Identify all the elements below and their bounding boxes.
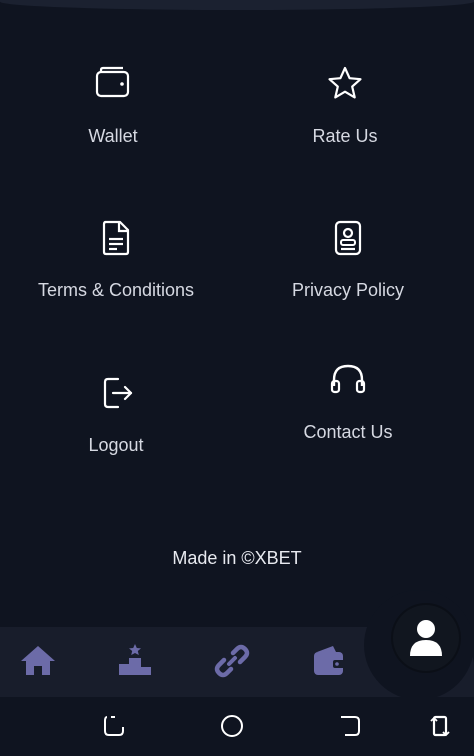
star-icon bbox=[328, 66, 362, 99]
menu-rate-us[interactable]: Rate Us bbox=[245, 64, 445, 147]
made-in-note: Made in ©XBET bbox=[172, 548, 302, 568]
rotate-screen-icon[interactable] bbox=[427, 713, 453, 739]
menu-logout[interactable]: Logout bbox=[16, 373, 216, 456]
home-icon[interactable] bbox=[18, 641, 58, 681]
top-edge bbox=[0, 0, 474, 10]
link-icon[interactable] bbox=[212, 641, 252, 681]
menu-logout-label: Logout bbox=[88, 435, 144, 455]
menu-privacy[interactable]: Privacy Policy bbox=[248, 218, 448, 301]
profile-button[interactable] bbox=[393, 605, 459, 671]
menu-terms[interactable]: Terms & Conditions bbox=[16, 218, 216, 301]
document-icon bbox=[102, 220, 130, 256]
leaderboard-icon[interactable] bbox=[115, 641, 155, 681]
system-nav-bar bbox=[0, 697, 474, 756]
menu-rate-us-label: Rate Us bbox=[312, 126, 378, 146]
menu-privacy-label: Privacy Policy bbox=[291, 280, 405, 300]
back-icon[interactable] bbox=[337, 713, 363, 739]
logout-icon bbox=[103, 377, 133, 409]
menu-contact-label: Contact Us bbox=[303, 422, 393, 442]
menu-wallet[interactable]: Wallet bbox=[13, 64, 213, 147]
headset-icon bbox=[330, 364, 366, 394]
user-icon bbox=[410, 620, 442, 656]
menu-terms-label: Terms & Conditions bbox=[37, 280, 195, 300]
wallet-icon bbox=[95, 66, 130, 98]
privacy-document-icon bbox=[334, 220, 362, 256]
menu-wallet-label: Wallet bbox=[88, 126, 138, 146]
rotate-left-icon[interactable] bbox=[101, 713, 127, 739]
wallet-nav-icon[interactable] bbox=[309, 641, 349, 681]
home-circle-icon[interactable] bbox=[219, 713, 245, 739]
menu-contact[interactable]: Contact Us bbox=[248, 360, 448, 443]
